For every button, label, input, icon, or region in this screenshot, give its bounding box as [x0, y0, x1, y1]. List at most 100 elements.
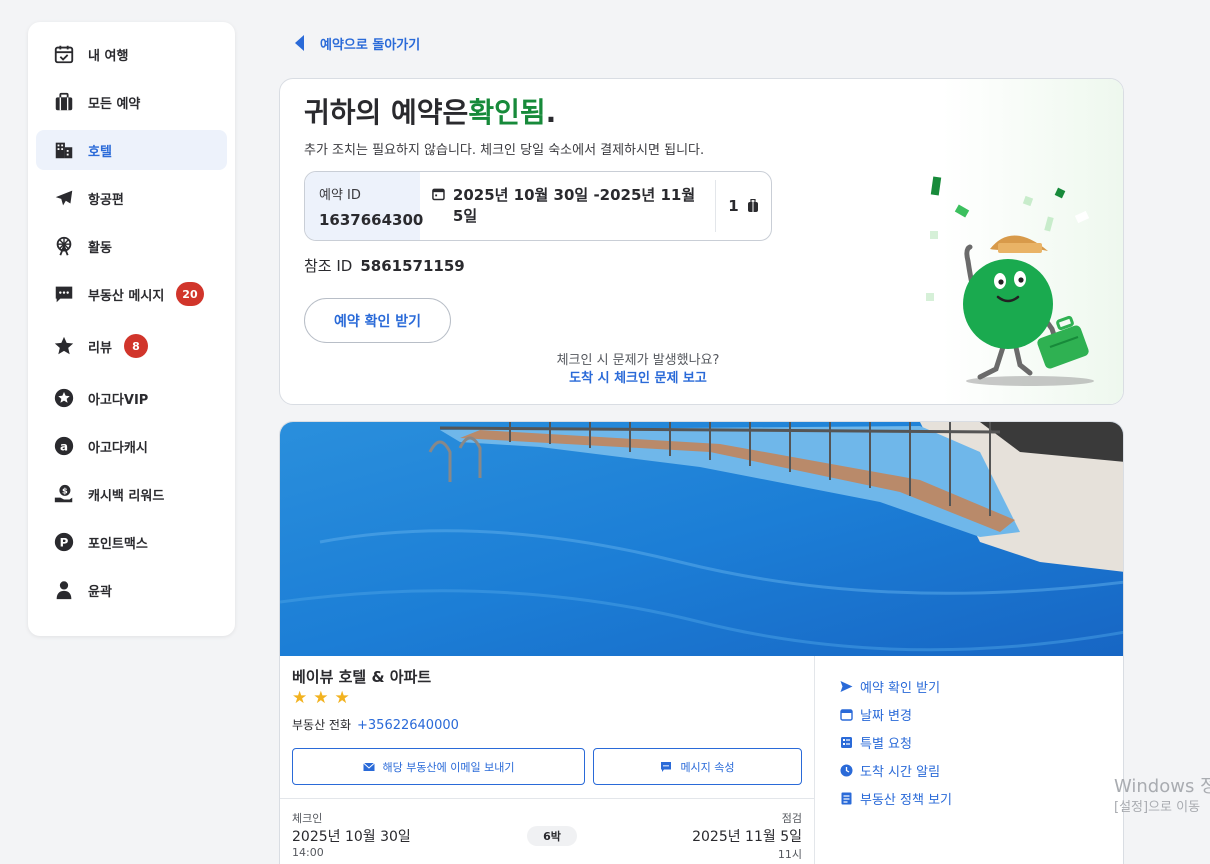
unread-badge: 20 [176, 282, 204, 306]
phone-label: 부동산 전화 [292, 718, 352, 732]
sidebar-item-agoda-vip[interactable]: 아고다VIP [36, 378, 227, 418]
cashback-icon: $ [52, 482, 76, 506]
property-policy-link[interactable]: 부동산 정책 보기 [840, 784, 952, 812]
sidebar-item-label: 내 여행 [88, 48, 129, 64]
person-icon [52, 578, 76, 602]
message-property-button[interactable]: 메시지 속성 [593, 748, 802, 785]
windows-activation-subtext: [설정]으로 이동 [1114, 800, 1201, 815]
sidebar-item-pointsmax[interactable]: P 포인트맥스 [36, 522, 227, 562]
star-icon [52, 334, 76, 358]
guest-count-value: 1 [728, 197, 739, 215]
confirmation-card: 귀하의 예약은확인됨. 추가 조치는 필요하지 않습니다. 체크인 당일 숙소에… [279, 78, 1124, 405]
change-dates-link[interactable]: 날짜 변경 [840, 700, 952, 728]
chevron-left-icon [295, 35, 304, 51]
agoda-cash-icon: a [52, 434, 76, 458]
sidebar-item-my-trips[interactable]: 내 여행 [36, 34, 227, 74]
title-prefix: 귀하의 예약은 [304, 96, 469, 129]
checkin-time: 14:00 [292, 846, 324, 859]
guest-count: 1 [715, 180, 771, 232]
clock-icon [840, 764, 853, 776]
hotel-card: 베이뷰 호텔 & 아파트 ★ ★ ★ 부동산 전화 +35622640000 해당… [279, 421, 1124, 864]
email-property-label: 해당 부동산에 이메일 보내기 [382, 760, 515, 774]
svg-text:$: $ [62, 486, 68, 496]
airplane-icon [52, 186, 76, 210]
checkout-time: 11시 [777, 848, 802, 861]
action-label: 도착 시간 알림 [860, 764, 941, 780]
report-checkin-issue-link[interactable]: 도착 시 체크인 문제 보고 [438, 370, 838, 388]
sidebar-item-label: 항공편 [88, 192, 124, 208]
phone-link[interactable]: +35622640000 [357, 718, 459, 733]
sidebar-item-label: 윤곽 [88, 584, 112, 600]
luggage-icon [747, 199, 758, 212]
get-confirmation-link[interactable]: 예약 확인 받기 [840, 672, 952, 700]
get-confirmation-button[interactable]: 예약 확인 받기 [304, 298, 451, 343]
reference-id-label: 참조 ID [304, 257, 353, 275]
stay-dates: 2025년 10월 30일 -2025년 11월 5일 [420, 172, 715, 240]
action-label: 예약 확인 받기 [860, 680, 941, 696]
divider [280, 798, 815, 799]
pointsmax-icon: P [52, 530, 76, 554]
special-requests-link[interactable]: 특별 요청 [840, 728, 952, 756]
reference-id: 참조 ID 5861571159 [304, 255, 465, 276]
svg-text:a: a [60, 440, 68, 454]
windows-activation-watermark: Windows 정 [1114, 776, 1210, 797]
star-icon: ★ [334, 688, 350, 708]
sidebar-item-activities[interactable]: 활동 [36, 226, 227, 266]
hotel-building-icon [52, 138, 76, 162]
action-label: 날짜 변경 [860, 708, 912, 724]
checkin-issue: 체크인 시 문제가 발생했나요? 도착 시 체크인 문제 보고 [438, 352, 838, 388]
back-link-label: 예약으로 돌아가기 [320, 37, 421, 53]
sidebar-item-agoda-cash[interactable]: a 아고다캐시 [36, 426, 227, 466]
checkin-issue-question: 체크인 시 문제가 발생했나요? [556, 353, 720, 368]
send-icon [840, 680, 853, 692]
sidebar-item-label: 활동 [88, 240, 112, 256]
sidebar-item-label: 캐시백 리워드 [88, 488, 165, 504]
suitcase-icon [52, 90, 76, 114]
document-icon [841, 792, 852, 804]
message-property-label: 메시지 속성 [680, 760, 735, 774]
email-property-button[interactable]: 해당 부동산에 이메일 보내기 [292, 748, 585, 785]
chat-icon [52, 282, 76, 306]
booking-summary: 예약 ID 1637664300 2025년 10월 30일 -2025년 11… [304, 171, 772, 241]
checkin-label: 체크인 [292, 812, 323, 825]
arrival-time-link[interactable]: 도착 시간 알림 [840, 756, 952, 784]
sidebar-item-label: 아고다캐시 [88, 440, 148, 456]
vip-star-icon [52, 386, 76, 410]
mascot-illustration [926, 176, 1094, 386]
hotel-name: 베이뷰 호텔 & 아파트 [292, 668, 432, 686]
action-label: 특별 요청 [860, 736, 912, 752]
sidebar-item-reviews[interactable]: 리뷰 8 [36, 322, 227, 370]
sidebar-item-label: 부동산 메시지 [88, 288, 165, 304]
sidebar-item-property-messages[interactable]: 부동산 메시지 20 [36, 274, 227, 314]
hotel-actions: 예약 확인 받기 날짜 변경 특별 요청 도착 시간 알림 부동산 정책 보기 [840, 672, 952, 812]
sidebar-item-profile[interactable]: 윤곽 [36, 570, 227, 610]
calendar-check-icon [52, 42, 76, 66]
title-suffix: . [545, 96, 557, 129]
sidebar-item-flights[interactable]: 항공편 [36, 178, 227, 218]
svg-text:P: P [60, 536, 69, 550]
back-to-bookings-link[interactable]: 예약으로 돌아가기 [292, 33, 420, 53]
action-label: 부동산 정책 보기 [860, 792, 952, 808]
sidebar-item-cashback-rewards[interactable]: $ 캐시백 리워드 [36, 474, 227, 514]
star-icon: ★ [292, 688, 308, 708]
stay-dates-text: 2025년 10월 30일 -2025년 11월 5일 [452, 186, 696, 225]
ferris-wheel-icon [52, 234, 76, 258]
sidebar-item-all-bookings[interactable]: 모든 예약 [36, 82, 227, 122]
envelope-icon [362, 762, 375, 771]
reference-id-value: 5861571159 [360, 257, 465, 275]
checklist-icon [841, 736, 852, 748]
calendar-icon [432, 188, 445, 201]
booking-id-value: 1637664300 [319, 211, 424, 229]
sidebar-item-hotels[interactable]: 호텔 [36, 130, 227, 170]
page-title: 귀하의 예약은확인됨. [304, 91, 556, 131]
confirmation-subtitle: 추가 조치는 필요하지 않습니다. 체크인 당일 숙소에서 결제하시면 됩니다. [304, 143, 705, 158]
calendar-icon [840, 708, 853, 721]
hotel-pool-photo [280, 422, 1123, 656]
star-rating: ★ ★ ★ [292, 688, 356, 708]
nights-badge: 6박 [527, 826, 577, 846]
checkout-date: 2025년 11월 5일 [692, 829, 802, 845]
checkin-date: 2025년 10월 30일 [292, 829, 411, 845]
sidebar: 내 여행 모든 예약 호텔 항공편 활동 부동산 메시지 20 리뷰 8 아고다… [28, 22, 235, 636]
sidebar-item-label: 아고다VIP [88, 392, 149, 408]
hotel-details: 베이뷰 호텔 & 아파트 ★ ★ ★ 부동산 전화 +35622640000 해당… [280, 656, 815, 864]
